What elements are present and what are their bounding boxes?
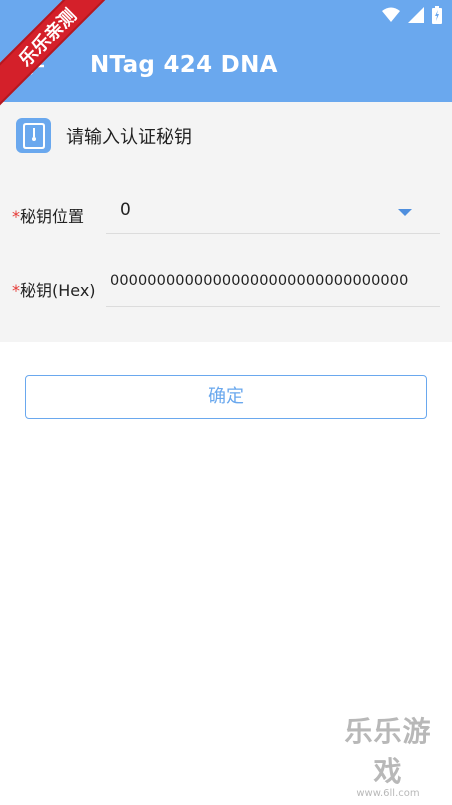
key-position-select[interactable]: 0 [106, 194, 440, 234]
key-position-label: *秘钥位置 [12, 203, 84, 227]
dropdown-caret-icon [398, 209, 412, 216]
auth-key-form: 请输入认证秘钥 *秘钥位置 0 *秘钥(Hex) 000000000000000… [0, 102, 452, 342]
app-bar: NTag 424 DNA [0, 30, 452, 102]
battery-icon [432, 6, 442, 24]
confirm-button[interactable]: 确定 [25, 375, 427, 419]
form-heading: 请输入认证秘钥 [16, 118, 192, 153]
signal-icon [408, 7, 424, 23]
watermark-url: www.6ll.com [356, 788, 420, 799]
watermark-main: 乐乐游戏 [344, 715, 432, 788]
key-position-value: 0 [120, 200, 131, 220]
sd-card-icon [16, 118, 51, 153]
key-hex-label-text: 秘钥(Hex) [20, 281, 96, 300]
watermark: 乐乐游戏 www.6ll.com [332, 710, 444, 799]
required-mark: * [12, 207, 20, 226]
key-position-label-text: 秘钥位置 [20, 207, 85, 226]
wifi-icon [382, 7, 400, 22]
form-heading-text: 请输入认证秘钥 [66, 126, 192, 148]
key-hex-label: *秘钥(Hex) [12, 277, 96, 301]
key-hex-input[interactable]: 00000000000000000000000000000000 [106, 267, 440, 307]
page-title: NTag 424 DNA [90, 52, 278, 78]
required-mark: * [12, 281, 20, 300]
key-hex-value: 00000000000000000000000000000000 [110, 273, 409, 289]
